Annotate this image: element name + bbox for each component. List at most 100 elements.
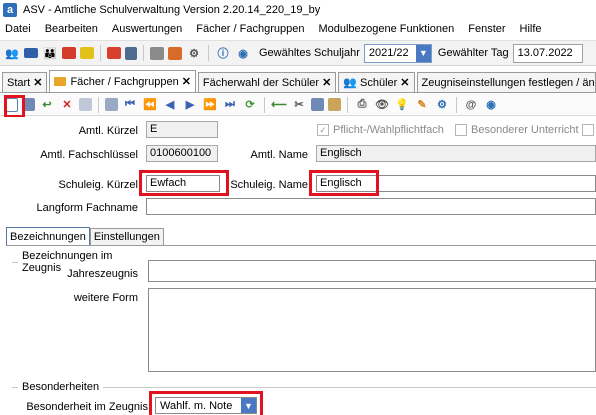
cut-icon[interactable]: ✂ — [291, 97, 307, 113]
at-icon[interactable]: @ — [463, 97, 479, 113]
copy-icon[interactable] — [311, 98, 324, 111]
preview-icon[interactable]: 👁 — [374, 97, 390, 113]
amtl-kuerzel-field[interactable]: E — [146, 121, 218, 138]
next-page-icon[interactable]: ⏩ — [202, 97, 218, 113]
help-icon[interactable]: ◉ — [235, 45, 251, 61]
close-icon[interactable]: ✕ — [400, 76, 409, 89]
refresh-icon[interactable]: ⟳ — [242, 97, 258, 113]
table-icon[interactable] — [105, 98, 118, 111]
besonderheit-zeugnis-label: Besonderheit im Zeugnis — [26, 401, 148, 413]
group-icon[interactable]: 👪 — [42, 45, 58, 61]
close-icon[interactable]: ✕ — [182, 75, 191, 88]
pflichtfach-checkbox[interactable]: ✓ Pflicht-/Wahlpflichtfach — [317, 124, 444, 136]
previous-record-icon[interactable]: ◀ — [162, 97, 178, 113]
toolbar-separator — [456, 96, 457, 113]
settings-icon[interactable]: ⚙ — [434, 97, 450, 113]
divider — [12, 386, 18, 388]
tab-faecherwahl[interactable]: Fächerwahl der Schüler ✕ — [197, 72, 337, 92]
tab-einstellungen[interactable]: Einstellungen — [89, 228, 164, 245]
delete-icon[interactable]: ✕ — [59, 97, 75, 113]
paste-icon[interactable] — [328, 98, 341, 111]
divider — [103, 386, 596, 388]
schuljahr-value: 2021/22 — [368, 47, 409, 59]
highlight-besonderheit — [149, 391, 263, 415]
toolbar-separator — [98, 96, 99, 113]
lightbulb-icon[interactable]: 💡 — [394, 97, 410, 113]
sub-tabs: Bezeichnungen Einstellungen — [6, 227, 164, 245]
list-icon[interactable] — [79, 98, 92, 111]
schuljahr-select[interactable]: 2021/22 ▼ — [363, 43, 432, 63]
tag-input[interactable]: 13.07.2022 — [512, 43, 583, 63]
last-record-icon[interactable]: ⏭ — [222, 97, 238, 113]
tab-start[interactable]: Start ✕ — [2, 72, 48, 92]
menu-auswertungen[interactable]: Auswertungen — [105, 23, 189, 35]
editor-toolbar: ↩ ✕ ⏮ ⏪ ◀ ▶ ⏩ ⏭ ⟳ ⟵ ✂ ⎙ 👁 💡 ✎ ⚙ @ ◉ — [0, 94, 596, 116]
besonderer-unterricht-label: Besonderer Unterricht — [471, 124, 579, 136]
undo-icon[interactable]: ↩ — [39, 97, 55, 113]
print-icon[interactable]: ⎙ — [354, 97, 370, 113]
toolbar-separator — [347, 96, 348, 113]
amtl-kuerzel-label: Amtl. Kürzel — [78, 125, 138, 137]
schuljahr-label: Gewähltes Schuljahr — [259, 47, 360, 59]
app-logo-icon: a — [3, 3, 17, 17]
folder-icon — [54, 77, 67, 86]
edit-icon[interactable]: ✎ — [414, 97, 430, 113]
extra-checkbox[interactable] — [582, 124, 596, 136]
menu-fenster[interactable]: Fenster — [461, 23, 512, 35]
tab-zeugniseinstellungen[interactable]: Zeugniseinstellungen festlegen / ändern — [416, 72, 596, 92]
info-icon[interactable]: ⓘ — [215, 45, 231, 61]
gear-icon[interactable]: ⚙ — [186, 45, 202, 61]
chevron-down-icon[interactable]: ▼ — [415, 44, 431, 62]
amtl-name-label: Amtl. Name — [250, 149, 308, 161]
book-icon[interactable] — [107, 47, 121, 59]
highlight-schuleig-kuerzel — [139, 170, 229, 196]
window-title: ASV - Amtliche Schulverwaltung Version 2… — [23, 4, 321, 16]
besonderer-unterricht-checkbox[interactable]: Besonderer Unterricht — [455, 124, 579, 136]
highlight-schuleig-name — [309, 170, 379, 196]
class-icon[interactable] — [24, 48, 38, 58]
main-toolbar: 👥 👪 ⚙ ⓘ ◉ Gewähltes Schuljahr 2021/22 ▼ … — [0, 40, 596, 66]
teacher-icon[interactable] — [62, 47, 76, 59]
menu-modulbezogene-funktionen[interactable]: Modulbezogene Funktionen — [311, 23, 461, 35]
tab-bezeichnungen[interactable]: Bezeichnungen — [6, 227, 90, 245]
calculator-icon[interactable] — [125, 46, 137, 60]
weitere-form-field[interactable] — [148, 288, 596, 372]
menu-faecher[interactable]: Fächer / Fachgruppen — [189, 23, 311, 35]
highlight-new-button — [4, 95, 25, 118]
previous-page-icon[interactable]: ⏪ — [142, 97, 158, 113]
menu-bar: Datei Bearbeiten Auswertungen Fächer / F… — [0, 20, 596, 38]
first-record-icon[interactable]: ⏮ — [122, 97, 138, 113]
people-icon: 👥 — [343, 77, 357, 89]
tab-faecher[interactable]: Fächer / Fachgruppen ✕ — [49, 70, 196, 92]
arrow-left-icon[interactable]: ⟵ — [271, 97, 287, 113]
besonderheiten-group-label: Besonderheiten — [22, 381, 100, 393]
besonderheiten-group-header: Besonderheiten — [12, 381, 596, 393]
schuleig-name-label: Schuleig. Name — [230, 179, 308, 191]
tag-label: Gewählter Tag — [437, 47, 509, 59]
jahreszeugnis-field[interactable] — [148, 260, 596, 282]
tab-schueler[interactable]: 👥 Schüler ✕ — [338, 72, 415, 92]
amtl-name-field[interactable]: Englisch — [316, 145, 596, 162]
amtl-fachschluessel-field[interactable]: 0100600100 — [146, 145, 218, 162]
checkbox-icon — [582, 124, 594, 136]
next-record-icon[interactable]: ▶ — [182, 97, 198, 113]
export-icon[interactable] — [168, 46, 182, 60]
close-icon[interactable]: ✕ — [322, 76, 331, 89]
menu-bearbeiten[interactable]: Bearbeiten — [38, 23, 105, 35]
people-icon[interactable]: 👥 — [4, 45, 20, 61]
menu-hilfe[interactable]: Hilfe — [513, 23, 549, 35]
tab-label: Fächer / Fachgruppen — [70, 75, 179, 88]
divider — [12, 261, 18, 263]
divider — [6, 245, 596, 246]
close-icon[interactable]: ✕ — [33, 76, 42, 89]
langform-field[interactable] — [146, 198, 596, 215]
note-icon[interactable] — [80, 47, 94, 59]
copy-icon[interactable] — [150, 46, 164, 60]
langform-label: Langform Fachname — [36, 202, 139, 214]
toolbar-separator — [208, 45, 209, 61]
document-tabs: Start ✕ Fächer / Fachgruppen ✕ Fächerwahl … — [0, 70, 596, 93]
menu-datei[interactable]: Datei — [0, 23, 38, 35]
schuleig-kuerzel-label: Schuleig. Kürzel — [58, 179, 139, 191]
help-icon[interactable]: ◉ — [483, 97, 499, 113]
jahreszeugnis-label: Jahreszeugnis — [67, 268, 138, 280]
